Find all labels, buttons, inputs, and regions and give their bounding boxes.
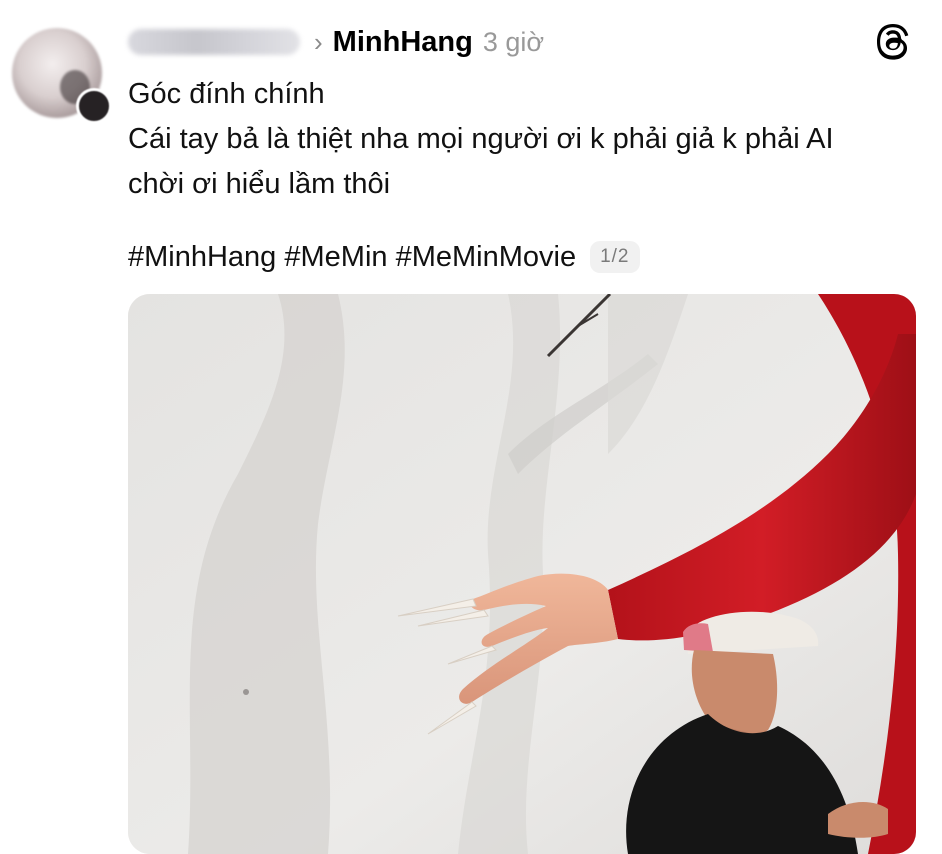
post-timestamp[interactable]: 3 giờ <box>483 27 544 58</box>
threads-logo-icon[interactable] <box>876 24 912 60</box>
media-illustration <box>128 294 916 854</box>
reposter-avatar-badge <box>76 88 112 124</box>
post-text-line-1: Góc đính chính <box>128 78 325 110</box>
blurred-reposter-name[interactable] <box>128 29 300 55</box>
hashtags[interactable]: #MinhHang #MeMin #MeMinMovie <box>128 241 576 274</box>
hashtag-row: #MinhHang #MeMin #MeMinMovie 1/2 <box>128 234 640 280</box>
post-text-line-2: Cái tay bả là thiệt nha mọi người ơi k p… <box>128 123 834 155</box>
post-header: › MinhHang 3 giờ <box>128 22 544 62</box>
post-text-line-3: chời ơi hiểu lầm thôi <box>128 168 391 200</box>
chevron-right-icon: › <box>314 27 323 57</box>
post-body: Góc đính chính Cái tay bả là thiệt nha m… <box>128 72 928 207</box>
author-username[interactable]: MinhHang <box>333 26 473 59</box>
post-media-image[interactable] <box>128 294 916 854</box>
media-page-indicator: 1/2 <box>590 241 640 273</box>
